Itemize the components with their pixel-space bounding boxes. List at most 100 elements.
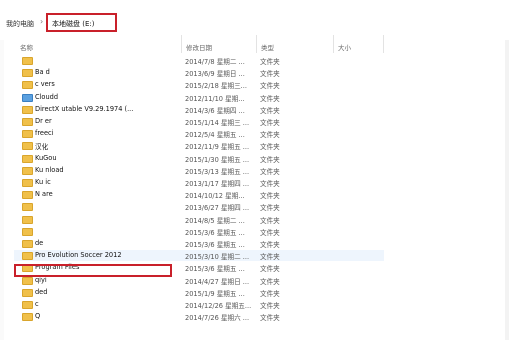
file-name: c vers <box>35 80 55 89</box>
file-list-row[interactable]: ded 2015/1/9 星期五 ... 文件夹 <box>14 287 384 298</box>
file-type: 文件夹 <box>260 289 280 298</box>
file-name: Ku ic <box>35 178 51 186</box>
file-name: N are <box>35 190 53 199</box>
folder-icon <box>22 240 33 248</box>
folder-icon <box>22 57 33 65</box>
modified-date: 2015/3/10 星期二 ... <box>185 253 250 262</box>
folder-icon <box>22 105 33 114</box>
column-header-row: 名称 修改日期 类型 大小 <box>0 41 510 53</box>
file-name: Dr er <box>35 117 52 125</box>
file-list-row[interactable]: freeci 2012/5/4 星期五 ... 文件夹 <box>14 128 384 139</box>
file-type: 文件夹 <box>260 82 280 91</box>
modified-date: 2012/5/4 星期五 ... <box>185 131 245 140</box>
folder-icon <box>22 154 33 163</box>
breadcrumb-item-my-computer[interactable]: 我的电脑 <box>6 19 34 29</box>
modified-date: 2014/10/12 星期... <box>185 192 245 201</box>
file-name: de <box>35 239 44 247</box>
folder-icon <box>22 118 33 126</box>
file-list-row[interactable]: Cloudd 2012/11/10 星期... 文件夹 <box>14 92 384 103</box>
file-name: 汉化 <box>35 143 49 152</box>
highlight-annotation-selected-folder <box>14 264 172 277</box>
file-name: ded <box>35 287 48 296</box>
file-type: 文件夹 <box>260 228 280 237</box>
file-type: 文件夹 <box>260 192 280 201</box>
file-type: 文件夹 <box>260 302 280 310</box>
file-type: 文件夹 <box>260 70 280 79</box>
folder-icon <box>22 288 33 297</box>
modified-date: 2013/6/27 星期四 ... <box>185 204 250 213</box>
file-type: 文件夹 <box>260 119 280 127</box>
modified-date: 2014/7/8 星期二 ... <box>185 58 245 66</box>
folder-icon <box>22 276 33 285</box>
modified-date: 2013/6/9 星期日 ... <box>185 70 245 79</box>
folder-icon <box>22 130 33 139</box>
folder-icon <box>22 142 33 151</box>
modified-date: 2014/3/6 星期四 ... <box>185 106 245 115</box>
file-type: 文件夹 <box>260 58 280 66</box>
file-list-row[interactable]: Q 2014/7/26 星期六 ... 文件夹 <box>14 311 384 322</box>
file-list-row[interactable]: c 2014/12/26 星期五... 文件夹 <box>14 299 384 310</box>
modified-date: 2014/7/26 星期六 ... <box>185 314 250 323</box>
file-type: 文件夹 <box>260 265 280 274</box>
folder-icon <box>22 179 33 187</box>
breadcrumb-separator: › <box>40 17 44 26</box>
file-name: KuGou <box>35 153 57 162</box>
file-type: 文件夹 <box>260 143 280 152</box>
folder-icon <box>22 81 33 90</box>
modified-date: 2014/8/5 星期二 ... <box>185 216 245 225</box>
file-list-row[interactable]: 2013/6/27 星期四 ... 文件夹 <box>14 201 384 212</box>
folder-icon <box>22 69 33 78</box>
modified-date: 2015/3/6 星期五 ... <box>185 241 245 249</box>
folder-icon <box>22 301 33 309</box>
modified-date: 2015/3/6 星期五 ... <box>185 228 245 237</box>
folder-icon <box>22 203 33 212</box>
modified-date: 2015/3/13 星期五 ... <box>185 167 250 176</box>
modified-date: 2012/11/9 星期五 ... <box>185 143 250 152</box>
navigation-pane-edge <box>0 40 4 340</box>
modified-date: 2015/1/14 星期三 ... <box>185 119 250 127</box>
modified-date: 2015/1/9 星期五 ... <box>185 289 245 298</box>
file-list-row[interactable]: Ku nload 2015/3/13 星期五 ... 文件夹 <box>14 165 384 176</box>
file-list-row[interactable]: DirectX utable V9.29.1974 (... 2014/3/6 星… <box>14 104 384 115</box>
column-header-size[interactable]: 大小 <box>338 42 351 52</box>
column-header-modified[interactable]: 修改日期 <box>186 42 212 52</box>
file-name: Q <box>35 312 41 321</box>
column-header-name[interactable]: 名称 <box>20 42 33 52</box>
file-list-row[interactable]: Ba d 2013/6/9 星期日 ... 文件夹 <box>14 67 384 78</box>
modified-date: 2014/12/26 星期五... <box>185 302 252 310</box>
file-list-row[interactable]: Ku ic 2013/1/17 星期四 ... 文件夹 <box>14 177 384 188</box>
file-list-row[interactable]: N are 2014/10/12 星期... 文件夹 <box>14 189 384 200</box>
file-list-row[interactable]: 汉化 2012/11/9 星期五 ... 文件夹 <box>14 140 384 151</box>
column-header-type[interactable]: 类型 <box>261 42 274 52</box>
modified-date: 2015/2/18 星期三... <box>185 82 247 91</box>
file-type: 文件夹 <box>260 204 280 213</box>
modified-date: 2013/1/17 星期四 ... <box>185 180 250 188</box>
file-list-row[interactable]: de 2015/3/6 星期五 ... 文件夹 <box>14 238 384 249</box>
file-type: 文件夹 <box>260 155 280 164</box>
folder-icon <box>22 215 33 224</box>
file-type: 文件夹 <box>260 253 280 262</box>
file-name: Ba d <box>35 68 50 77</box>
folder-icon <box>22 227 33 236</box>
folder-icon <box>22 166 33 175</box>
file-list-row[interactable]: 2014/8/5 星期二 ... 文件夹 <box>14 214 384 225</box>
modified-date: 2015/3/6 星期五 ... <box>185 265 245 274</box>
file-list-row[interactable]: Dr er 2015/1/14 星期三 ... 文件夹 <box>14 116 384 127</box>
file-list-row[interactable]: 2014/7/8 星期二 ... 文件夹 <box>14 55 384 66</box>
vertical-scrollbar[interactable] <box>505 40 509 340</box>
file-name: DirectX utable V9.29.1974 (... <box>35 104 134 113</box>
file-list-row[interactable]: c vers 2015/2/18 星期三... 文件夹 <box>14 79 384 90</box>
file-name: freeci <box>35 129 54 138</box>
file-name: c <box>35 300 39 308</box>
folder-icon <box>22 313 33 322</box>
modified-date: 2014/4/27 星期日 ... <box>185 277 250 286</box>
file-type: 文件夹 <box>260 241 280 249</box>
folder-icon <box>22 93 33 102</box>
file-type: 文件夹 <box>260 180 280 188</box>
file-list-row[interactable]: 2015/3/6 星期五 ... 文件夹 <box>14 226 384 237</box>
file-list-row[interactable]: Pro Evolution Soccer 2012 2015/3/10 星期二 .… <box>14 250 384 262</box>
file-name: Pro Evolution Soccer 2012 <box>35 251 122 260</box>
file-name: Ku nload <box>35 165 64 174</box>
folder-icon <box>22 191 33 200</box>
file-list-row[interactable]: KuGou 2015/1/30 星期五 ... 文件夹 <box>14 153 384 164</box>
